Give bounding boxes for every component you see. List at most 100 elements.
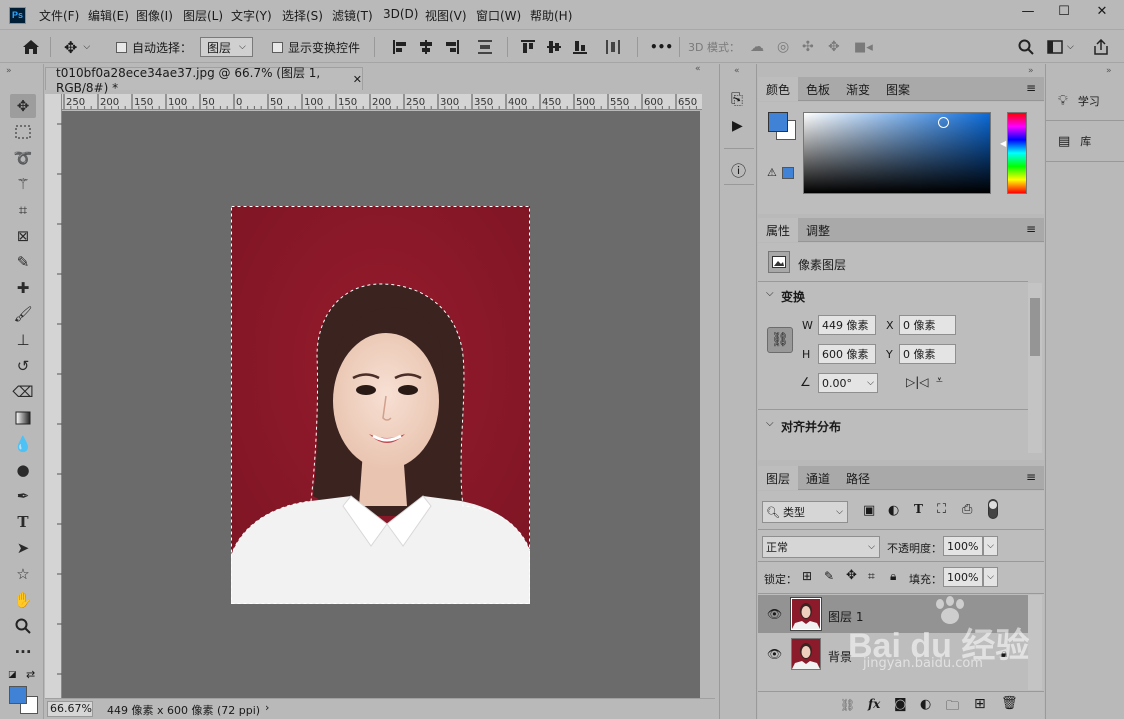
x-field[interactable]: 0 像素 (899, 315, 956, 335)
align-top-icon[interactable] (521, 31, 535, 63)
filter-toggle[interactable] (988, 499, 998, 519)
more-options-button[interactable]: ••• (650, 31, 673, 63)
pen-tool-icon[interactable]: ✒ (10, 484, 36, 508)
menu-image[interactable]: 图像(I) (136, 7, 173, 24)
share-icon[interactable] (1093, 31, 1109, 63)
chevron-down-icon[interactable]: ⌵ (766, 418, 774, 429)
move-tool-icon[interactable]: ✥ ⌵ (64, 31, 90, 63)
panel-menu-icon[interactable]: ≡ (1026, 81, 1036, 95)
horizontal-ruler[interactable]: 250 200 150 100 50 0 50 100 150 200 250 300 350 400 45… (62, 94, 702, 110)
swap-colors-icon[interactable]: ⇄ (26, 668, 35, 681)
menu-help[interactable]: 帮助(H) (530, 7, 572, 24)
dodge-tool-icon[interactable]: ● (10, 458, 36, 482)
panel-menu-icon[interactable]: ≡ (1026, 470, 1036, 484)
align-left-icon[interactable] (393, 31, 407, 63)
align-right-icon[interactable] (445, 31, 459, 63)
fx-icon[interactable]: fx (868, 697, 880, 711)
chevron-down-icon[interactable]: ⌵ (766, 288, 774, 299)
menu-file[interactable]: 文件(F) (39, 7, 79, 24)
hand-tool-icon[interactable]: ✋ (10, 588, 36, 612)
menu-edit[interactable]: 编辑(E) (88, 7, 129, 24)
menu-filter[interactable]: 滤镜(T) (332, 7, 373, 24)
adjustment-layer-icon[interactable]: ◐ (920, 697, 931, 712)
filter-adjustment-icon[interactable]: ◐ (888, 503, 899, 518)
angle-field[interactable]: 0.00° ⌵ (818, 373, 878, 393)
actions-play-icon[interactable]: ▶ (732, 118, 743, 134)
history-panel-icon[interactable]: ⎘ (731, 90, 743, 108)
color-picker-cursor[interactable] (938, 117, 949, 128)
zoom-field[interactable]: 66.67% (47, 701, 93, 717)
move-tool-icon[interactable]: ✥ (10, 94, 36, 118)
menu-3d[interactable]: 3D(D) (383, 7, 418, 21)
show-transform-checkbox[interactable]: 显示变换控件 (272, 31, 360, 63)
type-tool-icon[interactable]: T (10, 510, 36, 534)
blur-tool-icon[interactable]: 💧 (10, 432, 36, 456)
hue-slider-handle[interactable]: ◀ (1000, 139, 1006, 148)
chevron-down-icon[interactable]: ⌵ (983, 567, 998, 587)
filter-type-icon[interactable]: T (914, 502, 923, 516)
eyedropper-tool-icon[interactable]: ✎ (10, 250, 36, 274)
search-icon[interactable] (1018, 31, 1034, 63)
menu-type[interactable]: 文字(Y) (231, 7, 272, 24)
home-icon[interactable] (22, 31, 40, 63)
checkbox-icon[interactable] (272, 41, 283, 53)
group-folder-icon[interactable]: 🗀 (946, 697, 959, 719)
maximize-button[interactable]: ☐ (1046, 0, 1082, 22)
close-tab-icon[interactable]: ✕ (353, 73, 362, 86)
eraser-tool-icon[interactable]: ⌫ (10, 380, 36, 404)
lock-pixels-icon[interactable]: ✎ (824, 569, 834, 583)
filter-shape-icon[interactable]: ⛶ (937, 502, 946, 517)
lasso-tool-icon[interactable]: ➰ (10, 146, 36, 170)
link-layers-icon[interactable]: ⛓ (840, 698, 855, 712)
height-field[interactable]: 600 像素 (818, 344, 876, 364)
checkbox-icon[interactable] (116, 41, 127, 53)
filter-smart-object-icon[interactable]: ⎙ (962, 502, 972, 517)
tab-properties[interactable]: 属性 (758, 218, 799, 242)
chevron-down-icon[interactable]: ⌵ (864, 378, 877, 388)
tab-patterns[interactable]: 图案 (878, 77, 918, 101)
history-brush-tool-icon[interactable]: ↺ (10, 354, 36, 378)
opacity-field[interactable]: 100% (943, 536, 983, 556)
filter-pixel-icon[interactable]: ▣ (863, 503, 875, 518)
collapse-icon[interactable]: » (6, 66, 12, 76)
fill-field[interactable]: 100% (943, 567, 983, 587)
y-field[interactable]: 0 像素 (899, 344, 956, 364)
brush-tool-icon[interactable]: 🖌 (10, 302, 36, 326)
document-tab[interactable]: t010bf0a28ece34ae37.jpg @ 66.7% (图层 1, R… (45, 66, 363, 95)
flip-horizontal-icon[interactable]: ▷|◁ (906, 375, 929, 389)
healing-brush-tool-icon[interactable]: ✚ (10, 276, 36, 300)
auto-select-dropdown[interactable]: 图层 ⌵ (200, 31, 253, 63)
more-tools-icon[interactable]: ··· (10, 640, 36, 664)
info-panel-icon[interactable]: ⓘ (731, 160, 746, 181)
portrait-image[interactable] (231, 206, 530, 604)
menu-layer[interactable]: 图层(L) (183, 7, 223, 24)
tab-swatches[interactable]: 色板 (798, 77, 838, 101)
close-button[interactable]: ✕ (1084, 0, 1120, 22)
foreground-swatch[interactable] (768, 112, 788, 132)
workspace-icon[interactable]: ⌵ (1047, 31, 1074, 63)
align-center-icon[interactable] (419, 31, 433, 63)
eye-icon[interactable]: 👁︎ (767, 607, 782, 621)
tab-layers[interactable]: 图层 (758, 466, 799, 490)
path-select-tool-icon[interactable]: ➤ (10, 536, 36, 560)
gradient-tool-icon[interactable] (10, 406, 36, 430)
tab-adjustments[interactable]: 调整 (798, 218, 838, 242)
collapse-icon[interactable]: « (734, 66, 740, 76)
tab-gradients[interactable]: 渐变 (838, 77, 878, 101)
warning-icon[interactable]: ⚠ (767, 166, 777, 179)
width-field[interactable]: 449 像素 (818, 315, 876, 335)
learn-panel-button[interactable]: 💡︎ 学习 (1046, 84, 1124, 118)
auto-select-checkbox[interactable]: 自动选择： (116, 31, 192, 63)
color-field[interactable] (803, 112, 991, 194)
magic-wand-tool-icon[interactable]: ⚚ (10, 172, 36, 196)
lock-position-icon[interactable]: ✥ (846, 568, 857, 583)
lock-all-icon[interactable]: 🔒︎ (890, 569, 896, 584)
default-colors-icon[interactable]: ◪ (8, 670, 17, 680)
status-menu-arrow[interactable]: › (265, 701, 269, 714)
align-bottom-icon[interactable] (573, 31, 587, 63)
panel-menu-icon[interactable]: ≡ (1026, 222, 1036, 236)
collapse-icon[interactable]: » (1106, 66, 1112, 76)
align-middle-icon[interactable] (547, 31, 561, 63)
collapse-icon[interactable]: » (1028, 66, 1034, 76)
menu-window[interactable]: 窗口(W) (476, 7, 521, 24)
